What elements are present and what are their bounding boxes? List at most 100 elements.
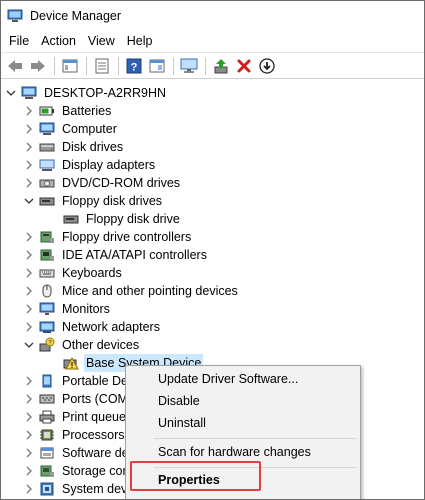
battery-icon [39,103,55,119]
menu-file[interactable]: File [3,31,35,51]
tree-category-item[interactable]: ? Other devices [23,336,141,354]
chevron-right-icon[interactable] [23,426,35,444]
tree-category-item[interactable]: Mice and other pointing devices [23,282,240,300]
tree-category-item[interactable]: Floppy disk drives [23,192,164,210]
back-arrow-icon[interactable] [4,55,26,77]
tree-category-item[interactable]: Computer [23,120,119,138]
tree-category-item[interactable]: Ports (COM [23,390,130,408]
tree-category-item[interactable]: Disk drives [23,138,125,156]
tree-item-label: Keyboards [62,266,122,280]
floppy-icon [39,193,55,209]
toolbar-divider [173,56,174,75]
menu-item-uninstall[interactable]: Uninstall [126,412,360,434]
chevron-right-icon[interactable] [23,300,35,318]
chevron-right-icon[interactable] [23,318,35,336]
menu-divider [154,438,357,439]
chevron-down-icon[interactable] [23,336,35,354]
chevron-right-icon[interactable] [23,156,35,174]
tree-category-item[interactable]: Portable De [23,372,130,390]
properties-highlight-box [130,461,261,491]
printer-icon [39,409,55,425]
tree-category-item[interactable]: Display adapters [23,156,157,174]
menu-item-disable[interactable]: Disable [126,390,360,412]
monitor-scan-icon[interactable] [178,55,200,77]
chevron-right-icon[interactable] [23,246,35,264]
network-adapter-icon [39,319,55,335]
keyboard-icon [39,265,55,281]
menu-bar: File Action View Help [1,30,424,52]
show-hide-console-tree-icon[interactable] [59,55,81,77]
tree-category-item[interactable]: Print queue [23,408,128,426]
ide-controller-icon [39,247,55,263]
action-pane-icon[interactable] [146,55,168,77]
chevron-right-icon[interactable] [23,462,35,480]
display-adapter-icon [39,157,55,173]
tree-item-label: IDE ATA/ATAPI controllers [62,248,207,262]
portable-device-icon [39,373,55,389]
title-bar: Device Manager [1,1,424,30]
tree-item-label: Software de [62,446,129,460]
tree-category-item[interactable]: IDE ATA/ATAPI controllers [23,246,209,264]
toolbar-divider [54,56,55,75]
tree-item-label: DVD/CD-ROM drives [62,176,181,190]
tree-category-item[interactable]: DVD/CD-ROM drives [23,174,182,192]
monitor-icon [39,301,55,317]
chevron-right-icon[interactable] [23,480,35,498]
chevron-right-icon[interactable] [23,138,35,156]
chevron-right-icon[interactable] [23,228,35,246]
chevron-right-icon[interactable] [23,264,35,282]
help-icon[interactable]: ? [123,55,145,77]
chevron-down-icon[interactable] [5,84,17,102]
tree-item-label: System dev [62,482,128,496]
tree-category-item[interactable]: Batteries [23,102,113,120]
tree-category-item[interactable]: System dev [23,480,129,498]
tree-device-item[interactable]: Floppy disk drive [63,210,182,228]
uninstall-x-icon[interactable] [233,55,255,77]
system-device-icon [39,481,55,497]
chevron-right-icon[interactable] [23,102,35,120]
chevron-right-icon[interactable] [23,372,35,390]
tree-category-item[interactable]: Floppy drive controllers [23,228,193,246]
chevron-right-icon[interactable] [23,282,35,300]
tree-item-label: Floppy drive controllers [62,230,192,244]
processor-icon [39,427,55,443]
tree-category-item[interactable]: Processors [23,426,127,444]
properties-sheet-icon[interactable] [91,55,113,77]
tree-item-label: Other devices [62,338,140,352]
chevron-right-icon[interactable] [23,408,35,426]
menu-action[interactable]: Action [35,31,82,51]
chevron-right-icon[interactable] [23,444,35,462]
menu-help[interactable]: Help [121,31,159,51]
device-manager-window: Device Manager File Action View Help ? D… [0,0,425,500]
tree-root[interactable]: DESKTOP-A2RR9HN [5,84,168,102]
warning-device-icon [63,355,79,371]
tree-category-item[interactable]: Software de [23,444,131,462]
storage-icon [39,463,55,479]
forward-arrow-icon[interactable] [27,55,49,77]
tree-category-item[interactable]: Network adapters [23,318,162,336]
disk-drive-icon [39,139,55,155]
tree-item-label: Floppy disk drives [62,194,163,208]
window-title: Device Manager [30,8,122,23]
menu-view[interactable]: View [82,31,121,51]
floppy-device-icon [63,211,79,227]
chevron-right-icon[interactable] [23,120,35,138]
tree-category-item[interactable]: Keyboards [23,264,124,282]
chevron-right-icon[interactable] [23,174,35,192]
update-driver-icon[interactable] [210,55,232,77]
toolbar-divider [205,56,206,75]
other-devices-icon: ? [39,337,55,353]
tree-item-label: Print queue [62,410,126,424]
tree-category-item[interactable]: Storage cor [23,462,129,480]
toolbar-divider [86,56,87,75]
software-device-icon [39,445,55,461]
tree-item-label: Monitors [62,302,110,316]
chevron-down-icon[interactable] [23,192,35,210]
computer-icon [39,121,55,137]
menu-item-scan-hardware[interactable]: Scan for hardware changes [126,441,360,463]
tree-item-label: Portable De [62,374,129,388]
menu-item-update-driver[interactable]: Update Driver Software... [126,368,360,390]
chevron-right-icon[interactable] [23,390,35,408]
disable-down-arrow-icon[interactable] [256,55,278,77]
tree-category-item[interactable]: Monitors [23,300,112,318]
